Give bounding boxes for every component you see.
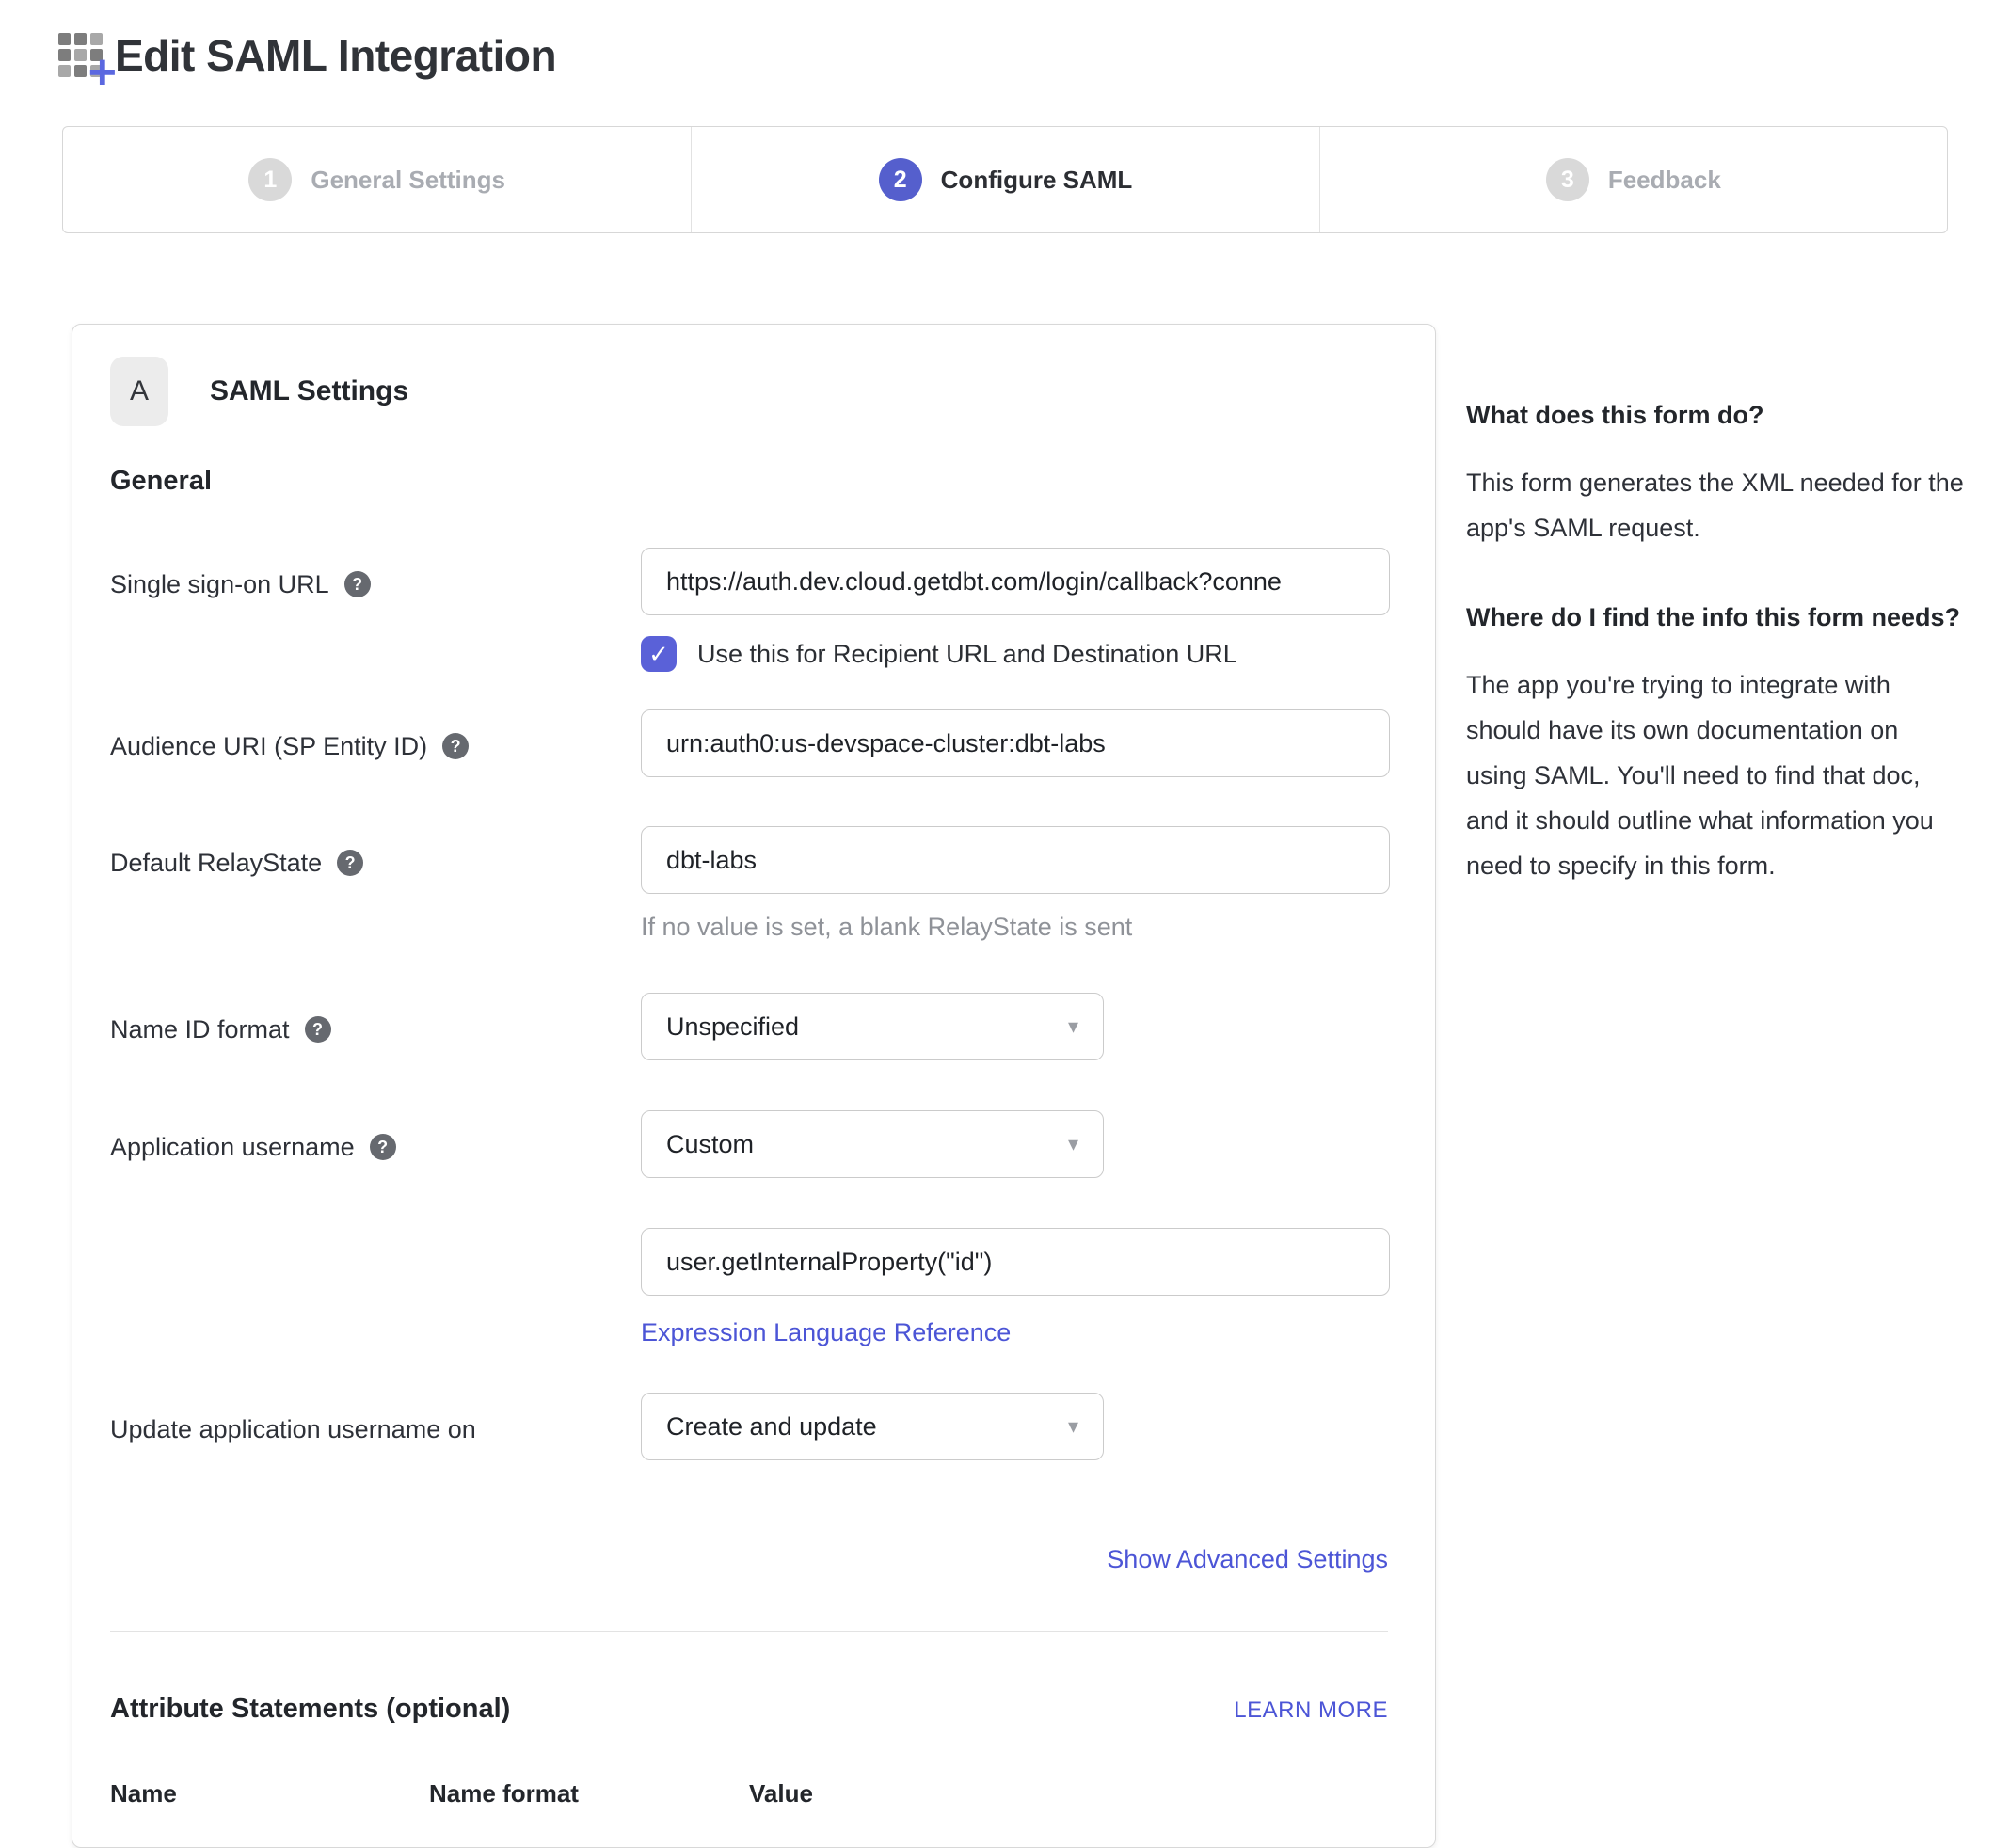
field-label-text: Single sign-on URL	[110, 568, 329, 600]
step-number-badge: 1	[248, 158, 292, 201]
audience-uri-label: Audience URI (SP Entity ID) ?	[110, 709, 641, 777]
help-sidebar: What does this form do? This form genera…	[1466, 324, 1965, 937]
general-heading: General	[110, 466, 1388, 497]
custom-username-expression-input[interactable]	[641, 1228, 1390, 1296]
step-label: General Settings	[311, 166, 505, 195]
grid-cell	[74, 33, 87, 45]
wizard-step-general-settings[interactable]: 1 General Settings	[63, 127, 691, 232]
saml-settings-panel: A SAML Settings General Single sign-on U…	[72, 324, 1436, 1848]
grid-cell	[58, 65, 71, 77]
name-id-format-select[interactable]: Unspecified ▾	[641, 993, 1104, 1060]
sidebar-heading-1: What does this form do?	[1466, 397, 1965, 434]
grid-cell	[74, 49, 87, 61]
page-header: + Edit SAML Integration	[55, 24, 2010, 87]
recipient-url-checkbox-row: ✓ Use this for Recipient URL and Destina…	[641, 636, 1390, 672]
recipient-url-checkbox[interactable]: ✓	[641, 636, 677, 672]
relay-state-helper-text: If no value is set, a blank RelayState i…	[641, 913, 1390, 942]
help-icon[interactable]: ?	[370, 1134, 396, 1160]
application-username-select[interactable]: Custom ▾	[641, 1110, 1104, 1178]
select-value: Custom	[666, 1130, 754, 1159]
sidebar-paragraph-2: The app you're trying to integrate with …	[1466, 662, 1965, 888]
field-label-text: Default RelayState	[110, 847, 322, 879]
panel-title: SAML Settings	[210, 375, 408, 407]
checkmark-icon: ✓	[648, 640, 669, 669]
attribute-statements-title: Attribute Statements (optional)	[110, 1694, 510, 1725]
grid-cell	[90, 33, 103, 45]
step-number-badge: 2	[879, 158, 922, 201]
caret-down-icon: ▾	[1068, 1132, 1078, 1156]
field-row-audience-uri: Audience URI (SP Entity ID) ?	[110, 709, 1388, 777]
recipient-url-checkbox-label: Use this for Recipient URL and Destinati…	[697, 640, 1237, 669]
select-value: Unspecified	[666, 1012, 799, 1042]
update-app-username-select[interactable]: Create and update ▾	[641, 1393, 1104, 1460]
attribute-statements-header: Attribute Statements (optional) LEARN MO…	[110, 1694, 1388, 1725]
grid-cell	[74, 65, 87, 77]
plus-icon: +	[88, 48, 117, 97]
name-id-format-label: Name ID format ?	[110, 993, 641, 1060]
help-icon[interactable]: ?	[337, 850, 363, 876]
grid-cell	[58, 33, 71, 45]
wizard-step-configure-saml[interactable]: 2 Configure SAML	[691, 127, 1318, 232]
grid-plus-icon: +	[55, 27, 109, 84]
step-label: Feedback	[1608, 166, 1721, 195]
field-label-text: Name ID format	[110, 1013, 290, 1045]
column-header-name: Name	[110, 1779, 429, 1808]
field-label-text: Update application username on	[110, 1413, 476, 1445]
column-header-name-format: Name format	[429, 1779, 749, 1808]
grid-cell	[58, 49, 71, 61]
learn-more-link[interactable]: LEARN MORE	[1234, 1697, 1388, 1724]
field-row-update-app-username: Update application username on Create an…	[110, 1393, 1388, 1460]
field-label-text: Audience URI (SP Entity ID)	[110, 730, 427, 762]
step-label: Configure SAML	[941, 166, 1133, 195]
relay-state-label: Default RelayState ?	[110, 826, 641, 942]
section-a-badge: A	[110, 357, 168, 426]
page: + Edit SAML Integration 1 General Settin…	[0, 24, 2010, 1848]
show-advanced-settings-link[interactable]: Show Advanced Settings	[1107, 1545, 1388, 1573]
sidebar-heading-2: Where do I find the info this form needs…	[1466, 599, 1965, 636]
field-row-application-username: Application username ? Custom ▾ Expressi…	[110, 1110, 1388, 1347]
field-row-sso-url: Single sign-on URL ? ✓ Use this for Reci…	[110, 548, 1388, 672]
sidebar-paragraph-1: This form generates the XML needed for t…	[1466, 460, 1965, 550]
main-content: A SAML Settings General Single sign-on U…	[72, 324, 2010, 1848]
column-header-value: Value	[749, 1779, 1388, 1808]
field-row-name-id-format: Name ID format ? Unspecified ▾	[110, 993, 1388, 1060]
relay-state-input[interactable]	[641, 826, 1390, 894]
panel-header: A SAML Settings	[110, 357, 1388, 426]
caret-down-icon: ▾	[1068, 1414, 1078, 1439]
audience-uri-input[interactable]	[641, 709, 1390, 777]
page-title: Edit SAML Integration	[115, 30, 556, 81]
sso-url-label: Single sign-on URL ?	[110, 548, 641, 672]
select-value: Create and update	[666, 1412, 877, 1442]
field-row-relay-state: Default RelayState ? If no value is set,…	[110, 826, 1388, 942]
step-number-badge: 3	[1546, 158, 1589, 201]
wizard-step-feedback[interactable]: 3 Feedback	[1319, 127, 1947, 232]
caret-down-icon: ▾	[1068, 1014, 1078, 1039]
update-app-username-label: Update application username on	[110, 1393, 641, 1460]
sso-url-input[interactable]	[641, 548, 1390, 615]
step-wizard: 1 General Settings 2 Configure SAML 3 Fe…	[62, 126, 1948, 233]
help-icon[interactable]: ?	[442, 733, 469, 759]
section-divider	[110, 1631, 1388, 1632]
help-icon[interactable]: ?	[344, 571, 371, 597]
application-username-label: Application username ?	[110, 1110, 641, 1347]
expression-language-reference-link[interactable]: Expression Language Reference	[641, 1318, 1011, 1347]
help-icon[interactable]: ?	[305, 1016, 331, 1043]
attribute-statements-column-headers: Name Name format Value	[110, 1779, 1388, 1808]
field-label-text: Application username	[110, 1131, 355, 1163]
